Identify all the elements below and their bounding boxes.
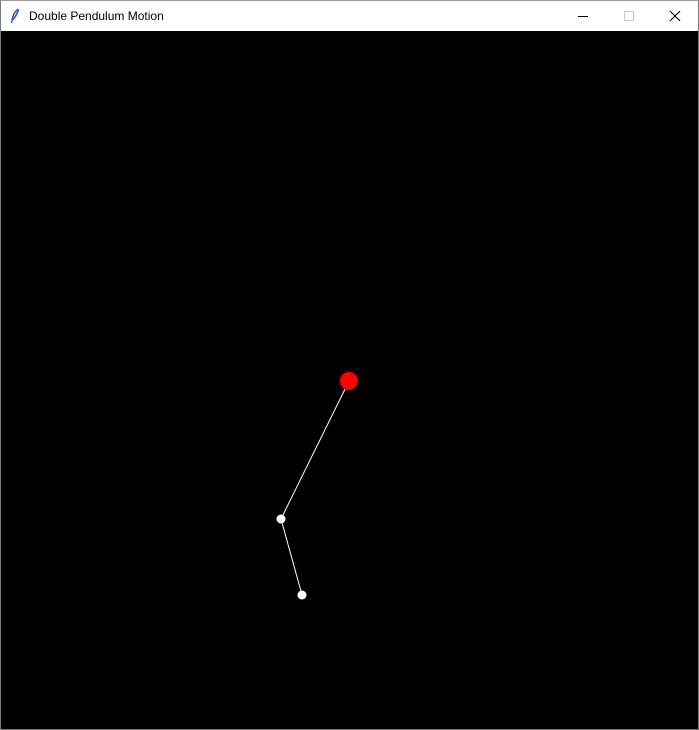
upper-rod [280,380,350,520]
close-icon [669,10,681,22]
window-controls [560,1,698,31]
lower-rod [280,518,303,596]
pendulum-canvas[interactable] [1,31,698,729]
app-window: Double Pendulum Motion [0,0,699,730]
minimize-button[interactable] [560,1,606,31]
minimize-icon [578,16,588,17]
feather-icon[interactable] [9,8,21,24]
pivot-point [340,372,358,390]
maximize-button[interactable] [606,1,652,31]
title-bar[interactable]: Double Pendulum Motion [1,1,698,31]
maximize-icon [624,11,634,21]
first-bob [276,514,286,524]
window-title: Double Pendulum Motion [29,9,164,23]
close-button[interactable] [652,1,698,31]
second-bob [297,590,307,600]
